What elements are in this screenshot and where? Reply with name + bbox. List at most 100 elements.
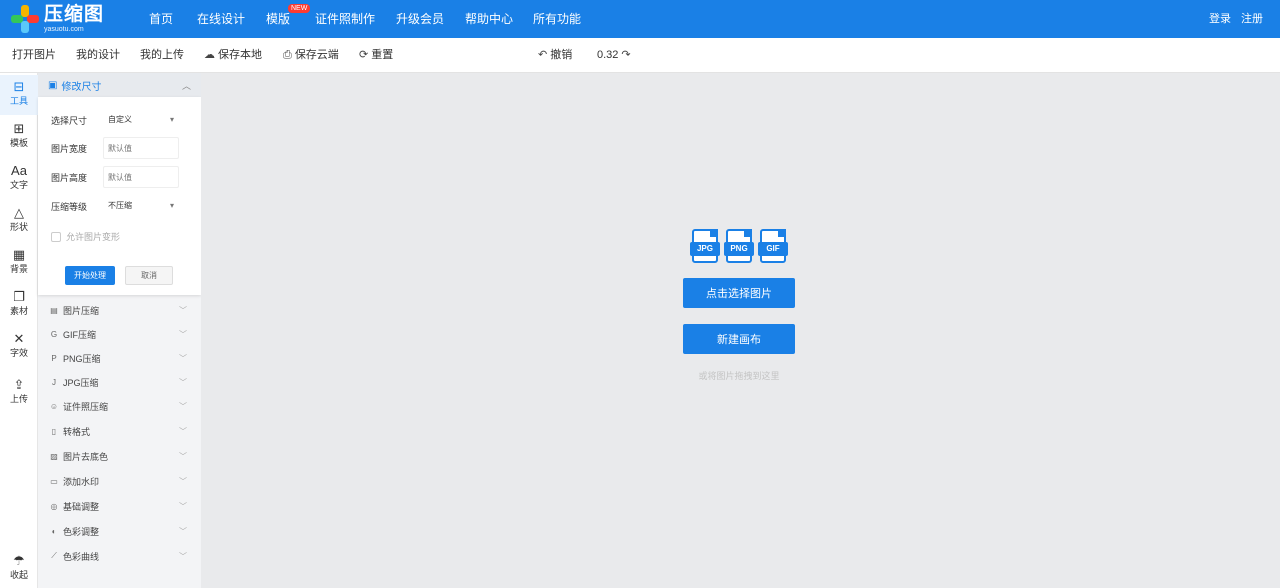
save-cloud-button[interactable]: ⎙ 保存云端 xyxy=(283,38,339,73)
chevron-down-icon: ﹀ xyxy=(179,377,187,387)
canvas-area[interactable]: JPG PNG GIF 点击选择图片 新建画布 或将图片拖拽到这里 xyxy=(201,73,1280,588)
section-png-compress[interactable]: P PNG压缩 ﹀ xyxy=(38,346,201,370)
rail-item-font-effect[interactable]: ✕ 字效 xyxy=(0,327,38,367)
gif-file-icon: GIF xyxy=(758,229,788,265)
open-image-button[interactable]: 打开图片 xyxy=(12,38,56,73)
shapes-icon: △ xyxy=(14,205,24,220)
section-image-compress[interactable]: ▤ 图片压缩 ﹀ xyxy=(38,298,201,322)
chevron-down-icon: ﹀ xyxy=(179,305,187,315)
remove-background-icon: ▨ xyxy=(50,451,58,461)
chevron-down-icon: ﹀ xyxy=(179,551,187,561)
rail-item-collapse[interactable]: ☂ 收起 xyxy=(0,549,38,588)
reset-label: 重置 xyxy=(371,49,394,61)
template-icon: ⊞ xyxy=(13,121,25,136)
section-id-photo-compress[interactable]: ☺ 证件照压缩 ﹀ xyxy=(38,394,201,418)
basic-adjust-icon: ◎ xyxy=(50,501,58,511)
section-color-adjust[interactable]: ◐ 色彩调整 ﹀ xyxy=(38,519,201,543)
cloud-icon: ☁ xyxy=(204,49,215,61)
section-color-adjust-label: 色彩调整 xyxy=(63,526,100,537)
brand-domain: yasuotu.com xyxy=(44,26,84,33)
color-adjust-icon: ◐ xyxy=(51,526,57,536)
height-input[interactable] xyxy=(103,166,179,188)
save-cloud-label: 保存云端 xyxy=(294,49,339,61)
section-remove-background-label: 图片去底色 xyxy=(63,451,109,462)
lock-ratio-checkbox[interactable] xyxy=(51,231,61,242)
rail-item-shapes[interactable]: △ 形状 xyxy=(0,201,38,241)
start-process-button[interactable]: 开始处理 xyxy=(65,266,115,285)
reset-button[interactable]: ⟳ 重置 xyxy=(359,38,393,73)
register-link[interactable]: 注册 xyxy=(1241,0,1263,38)
rail-item-background[interactable]: ▦ 背景 xyxy=(0,243,38,283)
section-color-curve-label: 色彩曲线 xyxy=(63,551,100,562)
lock-ratio-row[interactable]: 允许图片变形 xyxy=(51,230,120,243)
undo-icon: ↶ xyxy=(538,49,548,61)
height-row: 图片高度 xyxy=(51,166,191,188)
collapse-icon: ☂ xyxy=(13,553,25,568)
chevron-down-icon: ﹀ xyxy=(179,353,187,363)
nav-id-photo[interactable]: 证件照制作 xyxy=(315,0,375,38)
chevron-down-icon: ﹀ xyxy=(179,401,187,411)
logo[interactable]: 压缩图 yasuotu.com xyxy=(10,3,104,35)
png-icon: P xyxy=(51,353,57,363)
section-color-curve[interactable]: ⟋ 色彩曲线 ﹀ xyxy=(38,544,201,568)
rail-item-templates[interactable]: ⊞ 模板 xyxy=(0,117,38,157)
save-local-button[interactable]: ☁ 保存本地 xyxy=(204,38,262,73)
select-image-button[interactable]: 点击选择图片 xyxy=(683,278,795,308)
chevron-down-icon: ﹀ xyxy=(179,501,187,511)
nav-home[interactable]: 首页 xyxy=(149,0,173,38)
background-icon: ▦ xyxy=(12,247,26,262)
rail-item-text[interactable]: Aa 文字 xyxy=(0,159,38,199)
rail-item-tools[interactable]: ⊟ 工具 xyxy=(0,75,38,115)
resize-icon: ▣ xyxy=(48,79,58,91)
nav-templates[interactable]: 模版 NEW xyxy=(266,0,311,38)
jpg-icon: J xyxy=(52,377,56,387)
rail-label-tools: 工具 xyxy=(9,96,28,106)
redo-button[interactable]: 0.32 ↷ xyxy=(597,38,631,73)
section-add-watermark[interactable]: ▭ 添加水印 ﹀ xyxy=(38,469,201,493)
width-input[interactable] xyxy=(103,137,179,159)
login-link[interactable]: 登录 xyxy=(1209,0,1231,38)
save-icon: ⎙ xyxy=(283,49,292,61)
my-uploads-button[interactable]: 我的上传 xyxy=(140,38,184,73)
nav-help-center[interactable]: 帮助中心 xyxy=(465,0,513,38)
section-image-compress-label: 图片压缩 xyxy=(63,305,100,316)
quality-select-value: 不压缩 xyxy=(108,201,132,210)
undo-button[interactable]: ↶ 撤销 xyxy=(538,38,572,73)
nav-all-features[interactable]: 所有功能 xyxy=(533,0,581,38)
redo-label: 0.32 xyxy=(597,49,619,61)
resize-form: 选择尺寸 自定义 ▾ 图片宽度 图片高度 压缩等级 不压缩 ▾ 允许图片变形 开… xyxy=(38,97,201,295)
nav-online-design[interactable]: 在线设计 xyxy=(197,0,245,38)
section-basic-adjust[interactable]: ◎ 基础调整 ﹀ xyxy=(38,494,201,518)
nav-upgrade-vip[interactable]: 升级会员 xyxy=(396,0,444,38)
resize-section-header[interactable]: ▣ 修改尺寸 ︿ xyxy=(38,73,201,97)
new-canvas-button[interactable]: 新建画布 xyxy=(683,324,795,354)
width-label: 图片宽度 xyxy=(51,143,88,154)
my-designs-button[interactable]: 我的设计 xyxy=(76,38,120,73)
cancel-button[interactable]: 取消 xyxy=(125,266,173,285)
section-basic-adjust-label: 基础调整 xyxy=(63,501,100,512)
rail-label-collapse: 收起 xyxy=(9,570,28,580)
rail-label-material: 素材 xyxy=(9,306,28,316)
gif-format-label: GIF xyxy=(758,242,788,256)
section-jpg-compress[interactable]: J JPG压缩 ﹀ xyxy=(38,370,201,394)
png-format-label: PNG xyxy=(724,242,754,256)
rail-item-upload[interactable]: ⇪ 上传 xyxy=(0,373,38,413)
chevron-down-icon: ﹀ xyxy=(179,329,187,339)
rail-item-material[interactable]: ❐ 素材 xyxy=(0,285,38,325)
file-format-icons: JPG PNG GIF xyxy=(690,229,788,265)
section-convert-format[interactable]: ▯ 转格式 ﹀ xyxy=(38,419,201,443)
color-curve-icon: ⟋ xyxy=(51,551,57,560)
image-compress-icon: ▤ xyxy=(50,305,58,315)
upload-icon: ⇪ xyxy=(13,377,25,392)
my-designs-label: 我的设计 xyxy=(76,49,120,61)
text-icon: Aa xyxy=(11,163,27,178)
section-gif-compress[interactable]: G GIF压缩 ﹀ xyxy=(38,322,201,346)
chevron-down-icon: ﹀ xyxy=(179,526,187,536)
save-local-label: 保存本地 xyxy=(218,49,262,61)
nav-templates-label: 模版 xyxy=(266,12,291,26)
quality-select[interactable]: 不压缩 ▾ xyxy=(103,195,179,217)
section-remove-background[interactable]: ▨ 图片去底色 ﹀ xyxy=(38,444,201,468)
size-select[interactable]: 自定义 ▾ xyxy=(103,109,179,131)
rail-label-templates: 模板 xyxy=(9,138,28,148)
rail-label-shapes: 形状 xyxy=(9,222,28,232)
